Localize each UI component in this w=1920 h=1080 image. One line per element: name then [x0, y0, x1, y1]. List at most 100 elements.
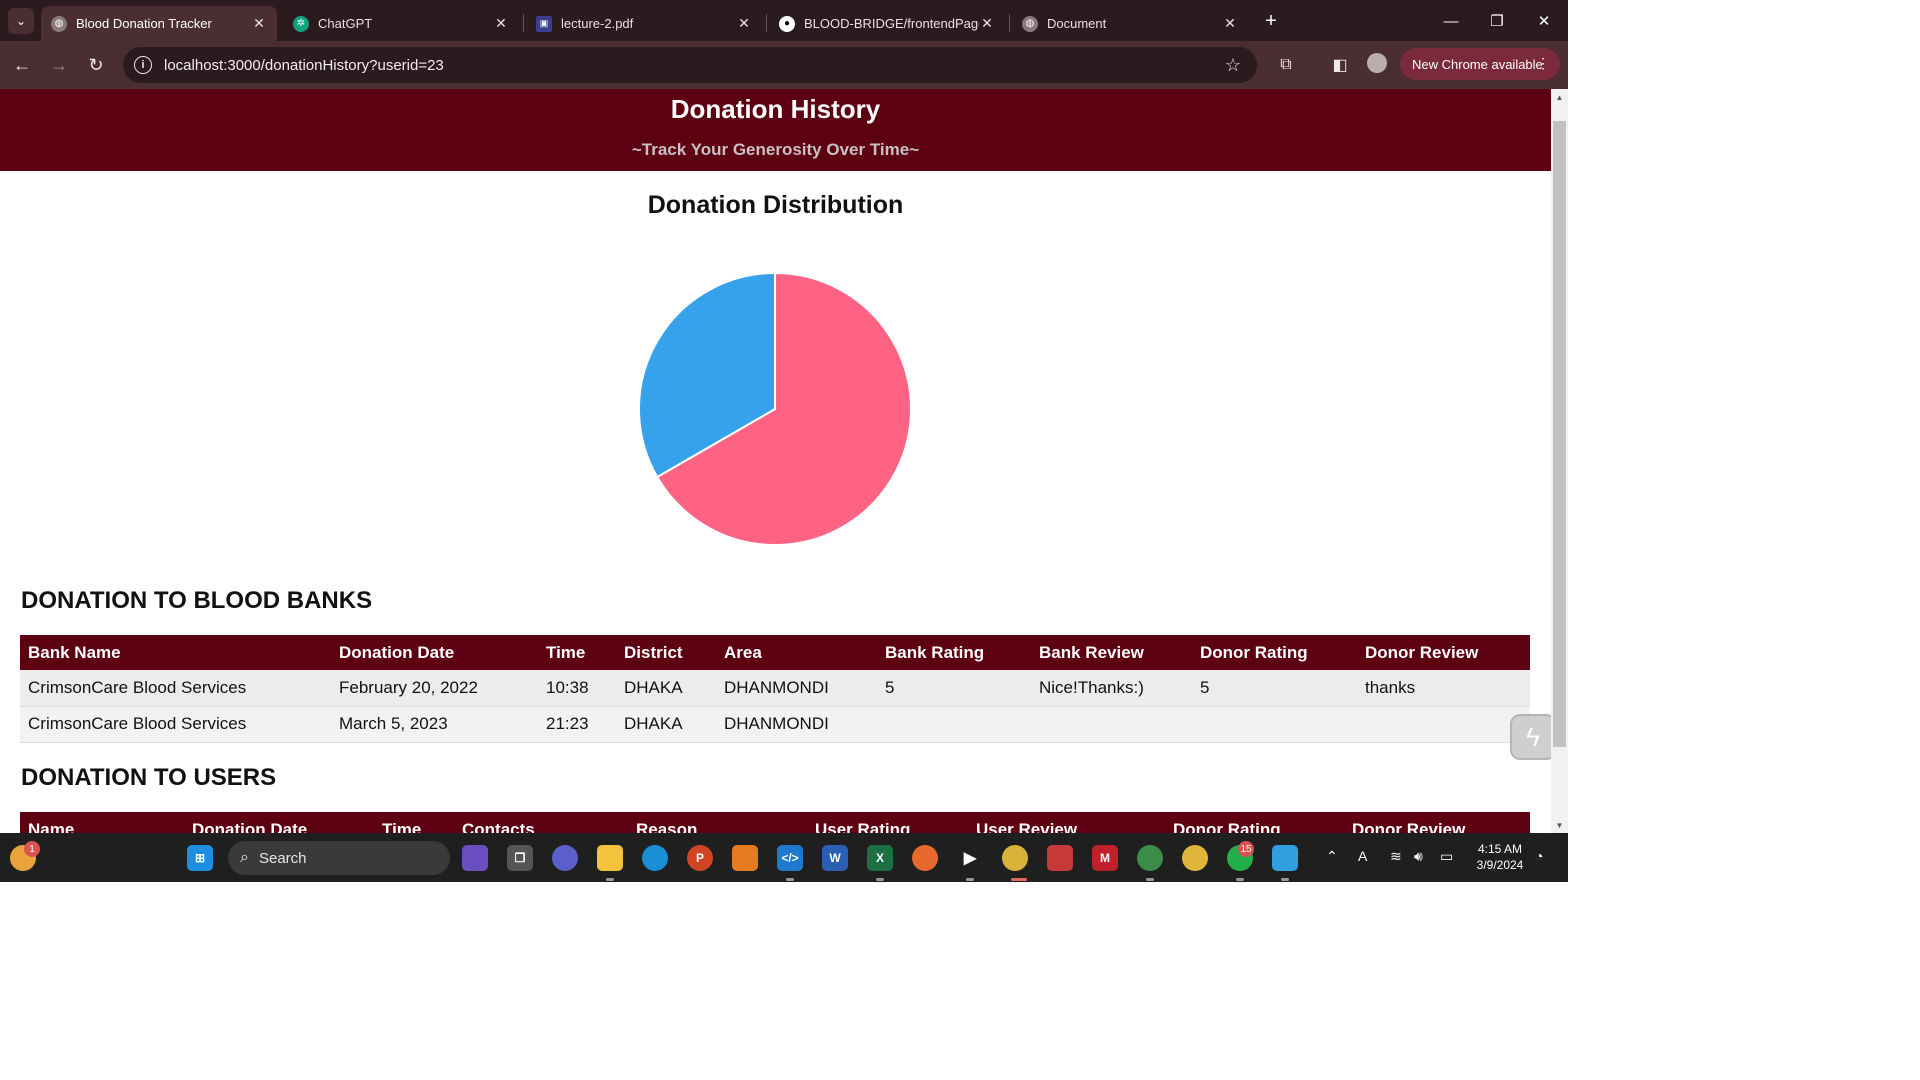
- search-icon: ⌕: [240, 849, 249, 866]
- close-tab-icon[interactable]: ✕: [1222, 15, 1238, 32]
- language-icon[interactable]: A: [1358, 848, 1367, 864]
- table-cell: March 5, 2023: [331, 706, 538, 743]
- word-icon[interactable]: W: [822, 845, 848, 871]
- floating-lightning-button[interactable]: ϟ: [1510, 714, 1556, 760]
- side-panel-icon[interactable]: ◧: [1328, 53, 1352, 77]
- update-label: New Chrome available: [1412, 56, 1543, 72]
- column-header: Donation Date: [184, 812, 374, 833]
- forward-arrow-icon[interactable]: →: [46, 52, 72, 78]
- browser-toolbar: ← → ↻ i localhost:3000/donationHistory?u…: [0, 41, 1568, 89]
- scrollbar-thumb[interactable]: [1553, 121, 1566, 747]
- table-row: CrimsonCare Blood Services March 5, 2023…: [20, 706, 1530, 743]
- file-explorer-icon[interactable]: [597, 845, 623, 871]
- running-indicator: [1281, 878, 1289, 881]
- site-info-icon[interactable]: i: [134, 56, 152, 74]
- tab-title: Document: [1047, 16, 1107, 31]
- vscode-icon[interactable]: </>: [777, 845, 803, 871]
- office-app-icon[interactable]: [732, 845, 758, 871]
- taskbar-search[interactable]: ⌕ Search: [228, 841, 450, 875]
- scroll-up-icon[interactable]: ▲: [1551, 89, 1568, 105]
- profile-avatar[interactable]: [1367, 53, 1387, 73]
- bumble-icon[interactable]: [1182, 845, 1208, 871]
- firefox-icon[interactable]: [912, 845, 938, 871]
- back-arrow-icon[interactable]: ←: [9, 52, 35, 78]
- tab-blood-donation-tracker[interactable]: ◍ Blood Donation Tracker ✕: [41, 6, 277, 41]
- close-tab-icon[interactable]: ✕: [736, 15, 752, 32]
- column-header: Bank Review: [1031, 635, 1192, 670]
- notification-badge: 1: [24, 841, 40, 857]
- column-header: Area: [716, 635, 877, 670]
- running-indicator: [606, 878, 614, 881]
- running-indicator: [786, 878, 794, 881]
- edge-icon[interactable]: [642, 845, 668, 871]
- chrome-profile-icon[interactable]: [1137, 845, 1163, 871]
- wifi-icon[interactable]: ≋: [1390, 848, 1402, 865]
- tab-chatgpt[interactable]: ✲ ChatGPT ✕: [283, 6, 519, 41]
- bookmark-star-icon[interactable]: ☆: [1221, 53, 1245, 77]
- tab-title: BLOOD-BRIDGE/frontendPages: [804, 16, 979, 31]
- new-chrome-available-button[interactable]: New Chrome available ⋮: [1400, 48, 1560, 80]
- table-cell: Nice!Thanks:): [1031, 670, 1192, 707]
- battery-icon[interactable]: ▭: [1440, 848, 1453, 865]
- more-menu-icon[interactable]: ⋮: [1536, 55, 1550, 72]
- reload-icon[interactable]: ↻: [83, 52, 109, 78]
- app-grid-icon[interactable]: [1047, 845, 1073, 871]
- tab-document[interactable]: ◍ Document ✕: [1012, 6, 1248, 41]
- lightning-icon: ϟ: [1526, 721, 1540, 752]
- chart-title: Donation Distribution: [647, 191, 904, 219]
- chrome-icon[interactable]: [1002, 845, 1028, 871]
- tab-divider: [1009, 14, 1010, 32]
- tab-lecture-pdf[interactable]: ▣ lecture-2.pdf ✕: [526, 6, 762, 41]
- system-clock[interactable]: 4:15 AM 3/9/2024: [1470, 841, 1530, 873]
- clock-date: 3/9/2024: [1476, 858, 1524, 872]
- table-cell: 10:38: [538, 670, 616, 707]
- donation-pie-chart: Blood BanksUsers: [638, 271, 912, 546]
- globe-icon: ◍: [1022, 15, 1038, 32]
- copilot-icon[interactable]: [462, 845, 488, 871]
- table-cell: DHAKA: [616, 706, 716, 743]
- page-subtitle: ~Track Your Generosity Over Time~: [631, 140, 920, 159]
- banks-table: Bank Name Donation Date Time District Ar…: [20, 635, 1530, 743]
- chatgpt-icon: ✲: [293, 15, 309, 32]
- close-tab-icon[interactable]: ✕: [251, 15, 267, 32]
- task-view-icon[interactable]: ❐: [507, 845, 533, 871]
- notepad-icon[interactable]: [1272, 845, 1298, 871]
- close-window-icon[interactable]: ✕: [1531, 8, 1557, 34]
- scroll-down-icon[interactable]: ▼: [1551, 817, 1568, 833]
- windows-start-icon[interactable]: ⊞: [187, 845, 213, 871]
- powerpoint-icon[interactable]: P: [687, 845, 713, 871]
- table-row: CrimsonCare Blood Services February 20, …: [20, 670, 1530, 707]
- close-tab-icon[interactable]: ✕: [493, 15, 509, 32]
- column-header: Donor Rating: [1165, 812, 1344, 833]
- notification-bell-icon[interactable]: ◔: [1535, 848, 1543, 864]
- media-player-icon[interactable]: ▶: [957, 845, 983, 871]
- windows-taskbar: 1 ⊞ ⌕ Search ❐ P </> W X ▶ M 15 ⌃ A ≋ 🔊︎…: [0, 833, 1568, 882]
- address-bar[interactable]: i localhost:3000/donationHistory?userid=…: [123, 47, 1257, 83]
- restore-icon[interactable]: ❐: [1484, 8, 1510, 34]
- tab-search-button[interactable]: ⌄: [8, 8, 34, 34]
- excel-icon[interactable]: X: [867, 845, 893, 871]
- minimize-icon[interactable]: —: [1438, 8, 1464, 34]
- url-text[interactable]: localhost:3000/donationHistory?userid=23: [164, 57, 1221, 74]
- tab-github[interactable]: ● BLOOD-BRIDGE/frontendPages ✕: [769, 6, 1005, 41]
- web-page: Donation History ~Track Your Generosity …: [0, 89, 1551, 833]
- search-label: Search: [258, 849, 307, 867]
- vertical-scrollbar[interactable]: ▲ ▼: [1551, 89, 1568, 833]
- tab-title: lecture-2.pdf: [561, 16, 634, 31]
- page-title: Donation History: [670, 94, 881, 124]
- users-table: Name Donation Date Time Contacts Reason …: [20, 812, 1530, 833]
- new-tab-button[interactable]: +: [1260, 10, 1282, 32]
- extensions-icon[interactable]: ⧉: [1274, 53, 1298, 77]
- running-indicator: [1146, 878, 1154, 881]
- tab-divider: [766, 14, 767, 32]
- volume-icon[interactable]: 🔊︎: [1414, 848, 1423, 865]
- teams-chat-icon[interactable]: [552, 845, 578, 871]
- mcafee-icon[interactable]: M: [1092, 845, 1118, 871]
- chevron-up-icon[interactable]: ⌃: [1326, 848, 1338, 865]
- table-cell: CrimsonCare Blood Services: [20, 670, 331, 707]
- table-cell: February 20, 2022: [331, 670, 538, 707]
- running-indicator: [966, 878, 974, 881]
- table-cell: 5: [1192, 670, 1357, 707]
- column-header: Reason: [628, 812, 807, 833]
- close-tab-icon[interactable]: ✕: [979, 15, 995, 32]
